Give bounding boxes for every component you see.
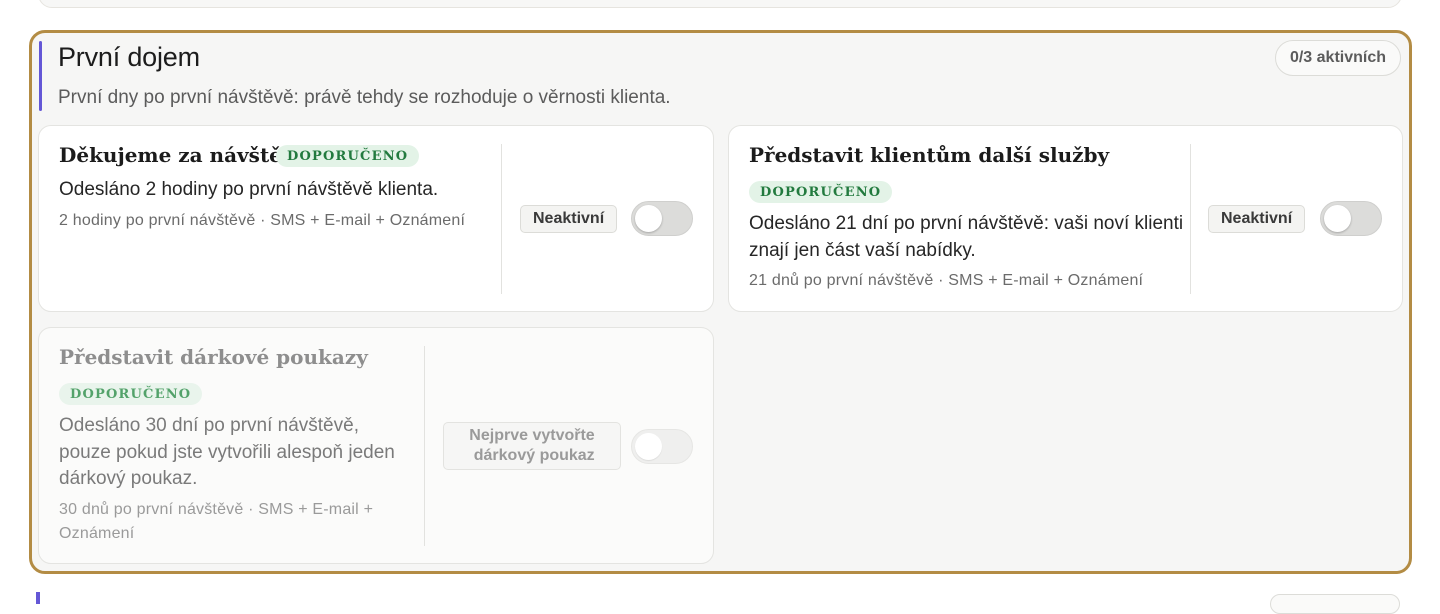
status-badge: Neaktivní [1208, 205, 1306, 233]
card-description-line-3: dárkový poukaz. [59, 468, 198, 489]
toggle-knob [635, 205, 662, 232]
section-title: První dojem [58, 42, 200, 72]
status-badge: Neaktivní [520, 205, 618, 233]
next-section-count-badge [1270, 594, 1400, 614]
next-section-accent-bar [36, 592, 40, 604]
card-meta: 21 dnů po první návštěvě · SMS + E-mail … [749, 272, 1144, 289]
automation-card-other-services[interactable]: Představit klientům další služby DOPORUČ… [728, 125, 1403, 312]
card-description-line-2: znají jen část vaší nabídky. [749, 240, 976, 261]
status-line-1: Nejprve vytvořte [469, 427, 595, 444]
card-meta-line-2: Oznámení [59, 525, 135, 542]
activation-toggle[interactable] [1320, 201, 1382, 236]
recommended-badge: DOPORUČENO [59, 383, 203, 405]
toggle-knob [635, 433, 662, 460]
card-description: Odesláno 2 hodiny po první návštěvě klie… [59, 179, 439, 200]
card-divider [1190, 144, 1191, 294]
card-divider [424, 346, 425, 546]
automation-card-thank-you[interactable]: Děkujeme za návštěvu! DOPORUČENO Odeslán… [38, 125, 714, 312]
create-voucher-first-badge: Nejprve vytvořte dárkový poukaz [443, 422, 621, 470]
toggle-knob [1324, 205, 1351, 232]
active-count-badge: 0/3 aktivních [1274, 40, 1401, 76]
card-meta: 2 hodiny po první návštěvě · SMS + E-mai… [59, 212, 466, 229]
activation-toggle [631, 429, 693, 464]
previous-section-card [38, 0, 1402, 8]
card-description-line-1: Odesláno 30 dní po první návštěvě, [59, 415, 359, 436]
activation-toggle[interactable] [631, 201, 693, 236]
card-meta-line-1: 30 dnů po první návštěvě · SMS + E-mail … [59, 501, 374, 518]
card-description-line-2: pouze pokud jste vytvořili alespoň jeden [59, 442, 395, 463]
recommended-badge: DOPORUČENO [749, 181, 893, 203]
card-description-line-1: Odesláno 21 dní po první návštěvě: vaši … [749, 213, 1184, 234]
status-line-2: dárkový poukaz [473, 447, 595, 464]
recommended-badge: DOPORUČENO [276, 145, 420, 167]
automation-card-gift-vouchers: Představit dárkové poukazy DOPORUČENO Od… [38, 327, 714, 564]
card-title: Představit dárkové poukazy [59, 345, 368, 369]
card-title: Představit klientům další služby [749, 143, 1110, 167]
section-subtitle: První dny po první návštěvě: právě tehdy… [58, 87, 671, 108]
card-divider [501, 144, 502, 294]
section-accent-bar [39, 41, 42, 111]
